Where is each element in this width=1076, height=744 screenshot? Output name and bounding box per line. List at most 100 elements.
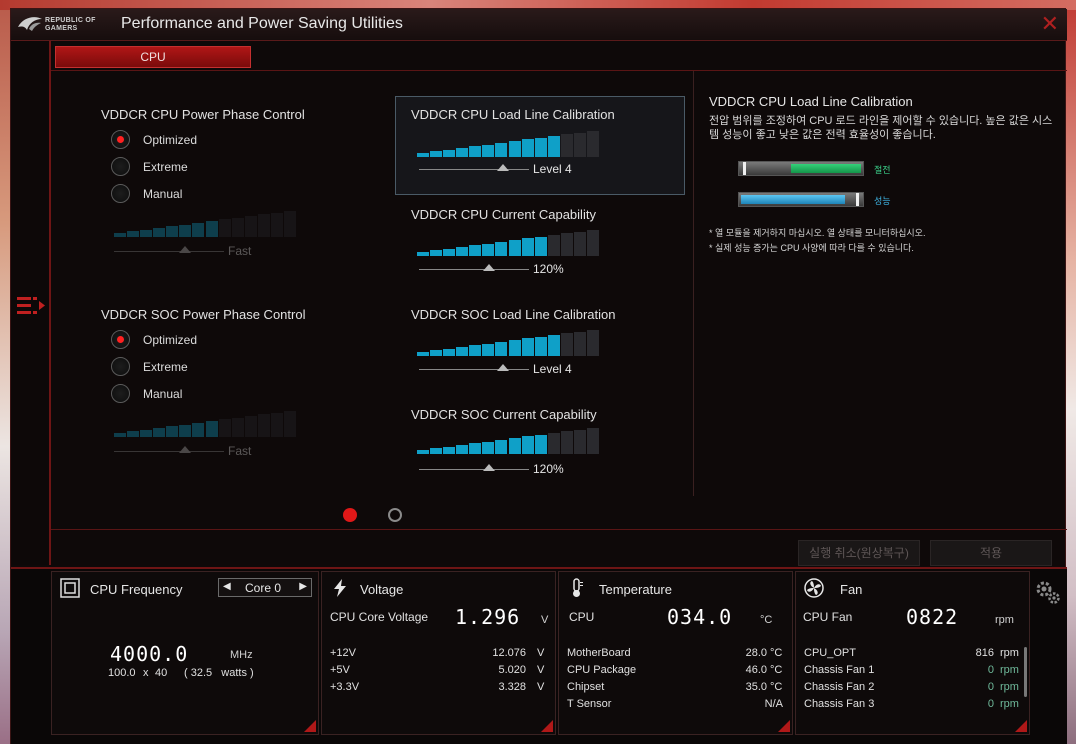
ramp-segment (456, 246, 469, 256)
ramp-segment (140, 229, 153, 237)
ramp-segment (205, 421, 218, 437)
radio-selected[interactable] (111, 330, 130, 349)
cpu-phase-slider-thumb[interactable] (179, 246, 191, 253)
ramp-segment (270, 212, 283, 237)
ramp-segment (456, 444, 469, 454)
cpu-phase-ramp (114, 211, 296, 237)
close-icon[interactable]: ✕ (1041, 13, 1059, 35)
cpu-temp-unit: °C (760, 614, 773, 626)
temp-row-label: Chipset (567, 681, 605, 693)
ramp-segment (469, 245, 482, 256)
tab-cpu[interactable]: CPU (55, 46, 251, 68)
radio[interactable] (111, 384, 130, 403)
soc-llc-slider-track[interactable] (419, 369, 529, 370)
core-next-icon[interactable]: ▶ (299, 581, 307, 592)
radio[interactable] (111, 357, 130, 376)
ramp-segment (430, 151, 443, 157)
fan-list-scrollbar[interactable] (1024, 647, 1027, 697)
title-bar[interactable]: REPUBLIC OF GAMERS Performance and Power… (11, 9, 1067, 41)
fan-row-value: 0 (987, 698, 994, 710)
info-title: VDDCR CPU Load Line Calibration (709, 94, 913, 109)
radio-selected[interactable] (111, 130, 130, 149)
ramp-segment (127, 431, 140, 437)
info-description: 전압 범위를 조정하여 CPU 로드 라인을 제어할 수 있습니다. 높은 값은… (709, 115, 1053, 141)
expand-corner-icon[interactable] (304, 720, 316, 732)
soc-phase-slider-track[interactable] (114, 451, 224, 452)
cpu-current-slider-track[interactable] (419, 269, 529, 270)
ramp-segment (127, 231, 140, 237)
pager-dot-2[interactable] (388, 508, 402, 522)
settings-gear-icon[interactable] (1035, 579, 1061, 605)
ramp-segment (443, 446, 456, 454)
ramp-segment (114, 233, 127, 237)
ramp-segment (534, 236, 547, 256)
cpu-core-voltage-label: CPU Core Voltage (330, 610, 429, 624)
soc-phase-option-manual[interactable]: Manual (111, 384, 182, 403)
radio[interactable] (111, 184, 130, 203)
fan-row-value: 816 (975, 647, 994, 659)
cpu-frequency-panel[interactable]: CPU Frequency ◀ Core 0 ▶ 4000.0 MHz 100.… (51, 571, 319, 735)
voltage-row-value: 5.020 (498, 664, 526, 676)
ramp-segment (586, 330, 599, 356)
cpu-core-voltage-value: 1.296 (455, 605, 521, 629)
cpu-phase-option-manual[interactable]: Manual (111, 184, 182, 203)
ramp-segment (521, 139, 534, 157)
temperature-title: Temperature (599, 582, 672, 597)
soc-llc-slider-thumb[interactable] (497, 364, 509, 371)
ramp-segment (430, 448, 443, 454)
soc-phase-option-optimized[interactable]: Optimized (111, 330, 197, 349)
soc-phase-slider-thumb[interactable] (179, 446, 191, 453)
expand-corner-icon[interactable] (1015, 720, 1027, 732)
cpu-phase-option-extreme[interactable]: Extreme (111, 157, 188, 176)
ramp-segment (495, 341, 508, 356)
voltage-row-value: 3.328 (498, 681, 526, 693)
cpu-phase-option-optimized[interactable]: Optimized (111, 130, 197, 149)
radio-label: Manual (143, 386, 183, 401)
voltage-panel[interactable]: Voltage CPU Core Voltage 1.296 V +12V 12… (321, 571, 556, 735)
ramp-segment (508, 141, 521, 157)
temp-row-label: T Sensor (567, 698, 612, 710)
soc-current-slider-track[interactable] (419, 469, 529, 470)
ramp-segment (244, 416, 257, 437)
panel-divider (693, 71, 694, 496)
temperature-panel[interactable]: Temperature CPU 034.0 °C MotherBoard 28.… (558, 571, 793, 735)
soc-phase-title: VDDCR SOC Power Phase Control (101, 307, 306, 322)
cpu-current-slider-thumb[interactable] (483, 264, 495, 271)
cpu-llc-slider-track[interactable] (419, 169, 529, 170)
cpu-current-ramp (417, 230, 599, 256)
core-selector[interactable]: ◀ Core 0 ▶ (218, 578, 312, 597)
apply-button[interactable]: 적용 (930, 540, 1052, 566)
expand-corner-icon[interactable] (778, 720, 790, 732)
ramp-segment (586, 131, 599, 157)
cpu-llc-slider-thumb[interactable] (497, 164, 509, 171)
multiplier-sign: x (143, 667, 149, 679)
soc-current-ramp (417, 428, 599, 454)
expand-corner-icon[interactable] (541, 720, 553, 732)
ramp-segment (179, 424, 192, 437)
pager-dot-1[interactable] (343, 508, 357, 522)
cpu-fan-value: 0822 (906, 605, 959, 629)
undo-button[interactable]: 실행 취소(원상복구) (798, 540, 920, 566)
fan-panel[interactable]: Fan CPU Fan 0822 rpm CPU_OPT 816 rpm Cha… (795, 571, 1030, 735)
ramp-segment (283, 211, 296, 237)
menu-expand-icon[interactable] (15, 294, 47, 318)
ramp-segment (560, 431, 573, 454)
tab-strip: CPU (51, 41, 1067, 71)
core-prev-icon[interactable]: ◀ (223, 581, 231, 592)
radio-label: Optimized (143, 332, 198, 347)
soc-current-slider-thumb[interactable] (483, 464, 495, 471)
radio[interactable] (111, 157, 130, 176)
cpu-watts: ( 32.5 watts ) (184, 667, 254, 679)
temp-row-unit: °C (770, 647, 783, 659)
rog-eye-icon (18, 17, 42, 31)
soc-phase-ramp (114, 411, 296, 437)
thermometer-icon (573, 578, 583, 597)
ramp-segment (521, 238, 534, 256)
cpu-phase-slider-track[interactable] (114, 251, 224, 252)
ramp-segment (140, 429, 153, 437)
cpu-current-title: VDDCR CPU Current Capability (411, 207, 596, 222)
base-clock: 100.0 (108, 667, 136, 679)
ramp-segment (231, 417, 244, 437)
ramp-segment (283, 411, 296, 437)
soc-phase-option-extreme[interactable]: Extreme (111, 357, 188, 376)
